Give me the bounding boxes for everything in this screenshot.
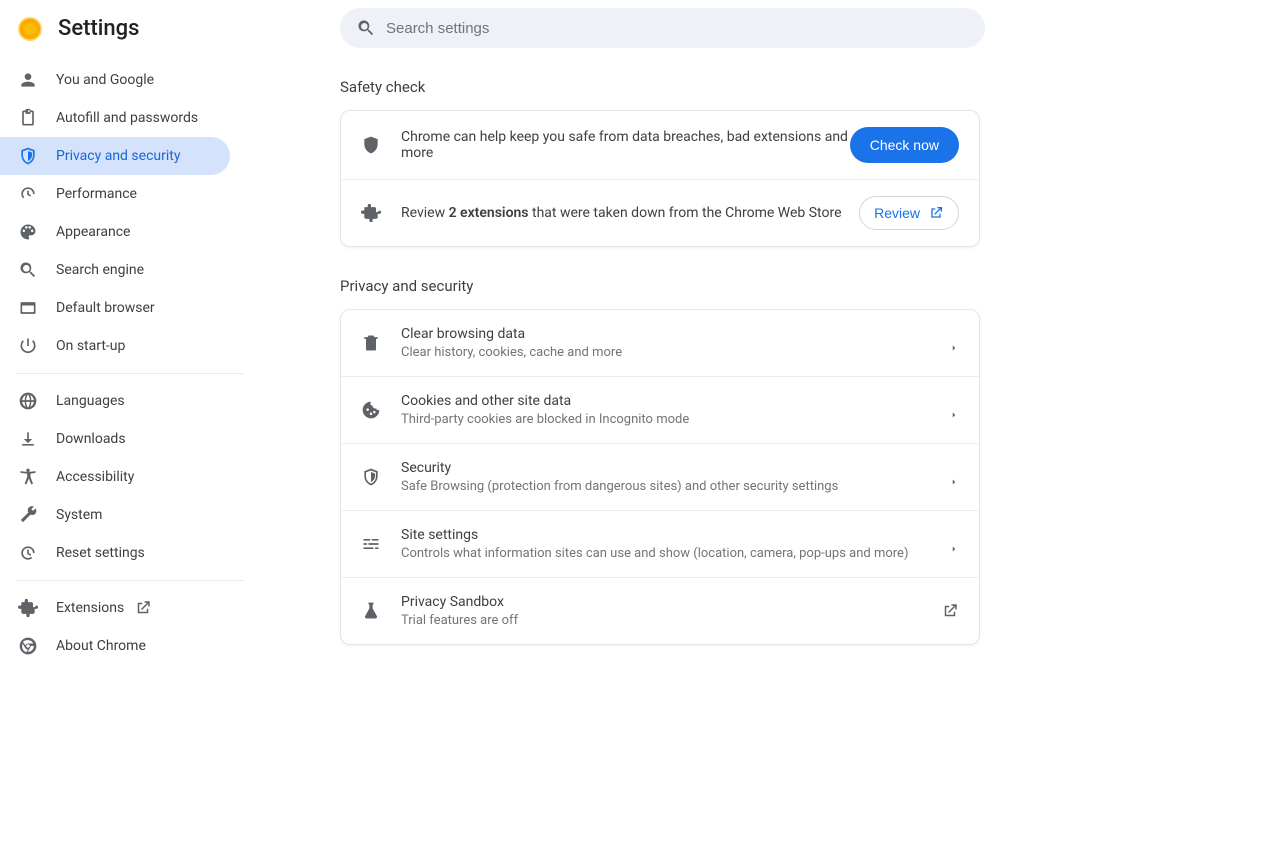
sidebar-item-label: You and Google [56,72,154,88]
search-input[interactable] [386,20,969,37]
search-icon [18,260,38,280]
row-title: Clear browsing data [401,326,949,342]
page-title: Settings [58,16,139,41]
sidebar-item-autofill[interactable]: Autofill and passwords [0,99,230,137]
chevron-right-icon [949,472,959,482]
chrome-icon [18,636,38,656]
open-external-icon [134,599,152,617]
clipboard-icon [18,108,38,128]
restore-icon [18,543,38,563]
sidebar-item-label: Default browser [56,300,155,316]
chrome-logo-icon [18,17,42,41]
sidebar-item-label: Downloads [56,431,126,447]
cookie-icon [361,400,381,420]
privacy-security-card: Clear browsing data Clear history, cooki… [340,309,980,645]
sidebar-item-extensions[interactable]: Extensions [0,589,230,627]
open-external-icon [928,205,944,221]
verified-shield-icon [361,135,381,155]
flask-icon [361,601,381,621]
wrench-icon [18,505,38,525]
review-button-label: Review [874,205,920,221]
puzzle-icon [18,598,38,618]
site-settings-row[interactable]: Site settings Controls what information … [341,511,979,578]
chevron-right-icon [949,338,959,348]
check-now-button[interactable]: Check now [850,127,959,163]
sidebar-item-system[interactable]: System [0,496,230,534]
power-icon [18,336,38,356]
sidebar-item-label: Languages [56,393,125,409]
chevron-right-icon [949,405,959,415]
sidebar-item-you-and-google[interactable]: You and Google [0,61,230,99]
search-bar[interactable] [340,8,985,48]
security-row[interactable]: Security Safe Browsing (protection from … [341,444,979,511]
search-icon [356,18,376,38]
row-title: Site settings [401,527,949,543]
sidebar-item-languages[interactable]: Languages [0,382,230,420]
sidebar-item-reset-settings[interactable]: Reset settings [0,534,230,572]
review-extensions-row: Review 2 extensions that were taken down… [341,180,979,246]
sidebar-header: Settings [0,10,260,55]
palette-icon [18,222,38,242]
main-content: Safety check Chrome can help keep you sa… [260,0,1280,842]
sidebar-item-label: System [56,507,102,523]
safety-check-card: Chrome can help keep you safe from data … [340,110,980,247]
sidebar-item-label: Privacy and security [56,148,180,164]
sidebar-item-label: Search engine [56,262,144,278]
sidebar-item-performance[interactable]: Performance [0,175,230,213]
nav-divider [16,373,244,374]
row-subtitle: Controls what information sites can use … [401,546,949,561]
row-subtitle: Trial features are off [401,613,941,628]
sidebar-item-on-startup[interactable]: On start-up [0,327,230,365]
text-bold: 2 extensions [449,205,529,221]
row-title: Security [401,460,949,476]
safety-check-row: Chrome can help keep you safe from data … [341,111,979,180]
row-subtitle: Safe Browsing (protection from dangerous… [401,479,949,494]
sidebar-item-appearance[interactable]: Appearance [0,213,230,251]
sidebar-item-about-chrome[interactable]: About Chrome [0,627,230,665]
safety-check-heading: Safety check [340,78,980,96]
sidebar-item-label: Extensions [56,600,124,616]
globe-icon [18,391,38,411]
sidebar: Settings You and Google Autofill and pas… [0,0,260,842]
review-extensions-text: Review 2 extensions that were taken down… [401,205,859,221]
sidebar-item-label: Appearance [56,224,130,240]
person-icon [18,70,38,90]
clear-browsing-data-row[interactable]: Clear browsing data Clear history, cooki… [341,310,979,377]
review-button[interactable]: Review [859,196,959,230]
download-icon [18,429,38,449]
privacy-sandbox-row[interactable]: Privacy Sandbox Trial features are off [341,578,979,644]
puzzle-icon [361,203,381,223]
trash-icon [361,333,381,353]
row-title: Cookies and other site data [401,393,949,409]
sidebar-item-label: Reset settings [56,545,145,561]
sidebar-item-label: On start-up [56,338,125,354]
speedometer-icon [18,184,38,204]
sidebar-item-label: About Chrome [56,638,146,654]
row-subtitle: Third-party cookies are blocked in Incog… [401,412,949,427]
shield-outline-icon [361,467,381,487]
sidebar-item-label: Autofill and passwords [56,110,198,126]
safety-check-text: Chrome can help keep you safe from data … [401,129,850,161]
sidebar-item-search-engine[interactable]: Search engine [0,251,230,289]
open-external-icon [941,602,959,620]
row-title: Privacy Sandbox [401,594,941,610]
cookies-row[interactable]: Cookies and other site data Third-party … [341,377,979,444]
text-suffix: that were taken down from the Chrome Web… [529,205,842,221]
row-subtitle: Clear history, cookies, cache and more [401,345,949,360]
sidebar-item-privacy-security[interactable]: Privacy and security [0,137,230,175]
sidebar-item-default-browser[interactable]: Default browser [0,289,230,327]
browser-icon [18,298,38,318]
nav-divider [16,580,244,581]
sidebar-item-downloads[interactable]: Downloads [0,420,230,458]
chevron-right-icon [949,539,959,549]
sidebar-item-label: Accessibility [56,469,134,485]
sliders-icon [361,534,381,554]
privacy-security-heading: Privacy and security [340,277,980,295]
text-prefix: Review [401,205,449,221]
sidebar-nav: You and Google Autofill and passwords Pr… [0,55,260,665]
accessibility-icon [18,467,38,487]
sidebar-item-accessibility[interactable]: Accessibility [0,458,230,496]
shield-icon [18,146,38,166]
sidebar-item-label: Performance [56,186,137,202]
